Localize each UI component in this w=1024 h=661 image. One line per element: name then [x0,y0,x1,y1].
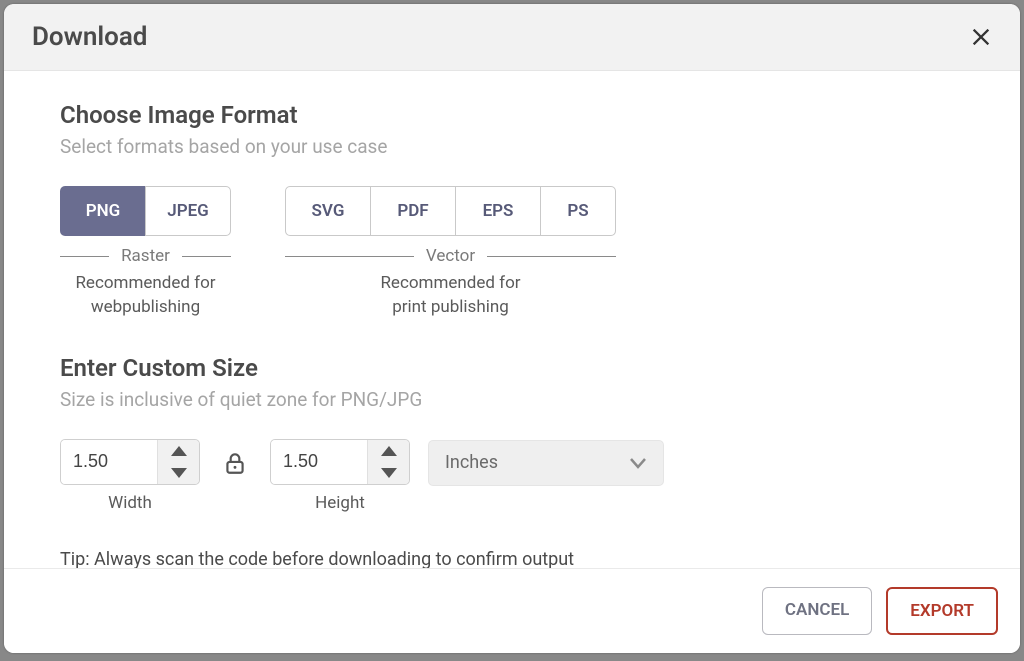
size-section-title: Enter Custom Size [60,354,964,382]
width-decrement-button[interactable] [158,462,199,484]
size-section: Enter Custom Size Size is inclusive of q… [60,354,964,513]
raster-rec-text: Recommended forwebpublishing [75,273,215,317]
width-field: Width [60,439,200,513]
close-button[interactable] [970,26,992,48]
width-increment-button[interactable] [158,440,199,462]
vector-recommendation: Recommended forprint publishing [380,272,520,320]
format-eps-button[interactable]: EPS [455,186,541,236]
height-spinner-buttons [367,440,409,484]
format-ps-button[interactable]: PS [540,186,616,236]
width-spinner-buttons [157,440,199,484]
chevron-up-icon [171,446,187,456]
dialog-header: Download [4,4,1020,71]
vector-rec-text: Recommended forprint publishing [380,273,520,317]
vector-label-row: Vector [285,246,616,266]
height-label: Height [315,493,365,513]
divider-line [487,256,616,257]
format-png-button[interactable]: PNG [60,186,146,236]
divider-line [182,256,231,257]
vector-buttons: SVG PDF EPS PS [285,186,616,236]
vector-group: SVG PDF EPS PS Vector Recommended forpri… [285,186,616,320]
format-pdf-button[interactable]: PDF [370,186,456,236]
format-groups-row: PNG JPEG Raster Recommended forwebpublis… [60,186,964,320]
width-input[interactable] [61,440,157,484]
dialog-footer: CANCEL EXPORT [4,568,1020,653]
size-controls-row: Width [60,439,964,513]
height-input[interactable] [271,440,367,484]
format-svg-button[interactable]: SVG [285,186,371,236]
raster-buttons: PNG JPEG [60,186,231,236]
height-stepper [270,439,410,485]
width-label: Width [108,493,152,513]
raster-label-row: Raster [60,246,231,266]
chevron-down-icon [171,468,187,478]
download-dialog: Download Choose Image Format Select form… [4,4,1020,653]
raster-recommendation: Recommended forwebpublishing [75,272,215,320]
divider-line [60,256,109,257]
format-jpeg-button[interactable]: JPEG [145,186,231,236]
size-section-subtitle: Size is inclusive of quiet zone for PNG/… [60,388,964,411]
unit-select[interactable]: Inches [428,440,664,486]
export-button[interactable]: EXPORT [886,587,998,635]
vector-label: Vector [414,246,487,266]
tip-text: Tip: Always scan the code before downloa… [60,549,964,568]
height-decrement-button[interactable] [368,462,409,484]
dialog-title: Download [32,22,147,52]
chevron-down-icon [629,457,647,469]
close-icon [970,26,992,48]
height-field: Height [270,439,410,513]
dialog-body: Choose Image Format Select formats based… [4,71,1020,568]
lock-icon [222,450,248,476]
chevron-up-icon [381,446,397,456]
format-section-title: Choose Image Format [60,101,964,129]
raster-label: Raster [109,246,182,266]
height-increment-button[interactable] [368,440,409,462]
aspect-lock-button[interactable] [218,446,252,480]
divider-line [285,256,414,257]
raster-group: PNG JPEG Raster Recommended forwebpublis… [60,186,231,320]
unit-selected-text: Inches [445,452,498,473]
format-section-subtitle: Select formats based on your use case [60,135,964,158]
chevron-down-icon [381,468,397,478]
cancel-button[interactable]: CANCEL [762,587,872,635]
width-stepper [60,439,200,485]
